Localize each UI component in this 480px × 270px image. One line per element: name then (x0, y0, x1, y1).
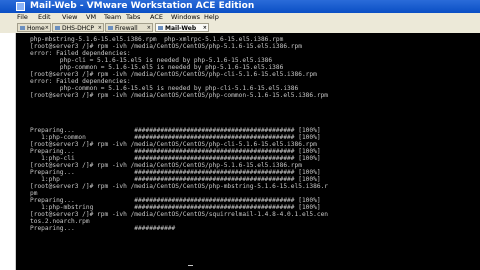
terminal-line: [root@server3 /]# rpm -ivh /media/CentOS… (30, 141, 317, 148)
tab-dhs-dhcp-label: DHS-DHCP (62, 25, 95, 32)
terminal-line: [root@server3 /]# rpm -ivh /media/CentOS… (30, 92, 329, 99)
close-icon[interactable]: × (203, 24, 207, 33)
terminal-line: 1:php ##################################… (30, 176, 321, 183)
terminal-line: [root@server3 /]# rpm -ivh /media/CentOS… (30, 183, 329, 190)
tab-home[interactable]: Home × (17, 23, 51, 32)
menu-bar: File Edit View VM Team Tabs ACE Windows … (0, 13, 480, 22)
window-title: Mail-Web - VMware Workstation ACE Editio… (30, 1, 255, 11)
terminal-line: [root@server3 /]# rpm -ivh /media/CentOS… (30, 211, 329, 218)
tab-firewall-label: Firewall (115, 25, 138, 32)
menu-tabs[interactable]: Tabs (126, 13, 140, 22)
tab-mail-web[interactable]: Mail-Web × (155, 23, 209, 32)
menu-edit[interactable]: Edit (38, 13, 51, 22)
window-titlebar[interactable]: Mail-Web - VMware Workstation ACE Editio… (0, 0, 480, 13)
terminal-line: pm (30, 190, 38, 197)
terminal-line: tos.2.noarch.rpm (30, 218, 90, 225)
tab-home-label: Home (27, 25, 45, 32)
terminal-line: Preparing... ###########################… (30, 197, 321, 204)
terminal-line: Preparing... ###########################… (30, 127, 321, 134)
terminal-line: php-mbstring-5.1.6-15.el5.i386.rpm php-x… (30, 36, 284, 43)
tab-dhs-dhcp[interactable]: DHS-DHCP × (52, 23, 104, 32)
tab-mail-web-label: Mail-Web (165, 25, 197, 32)
terminal-line: 1:php-mbstring #########################… (30, 204, 321, 211)
sidebar-strip (0, 33, 16, 270)
vm-icon (55, 26, 60, 30)
vm-icon (108, 26, 113, 30)
home-icon (20, 26, 25, 30)
terminal-line: php-cli = 5.1.6-15.el5 is needed by php-… (30, 57, 273, 64)
terminal-line: [root@server3 /]# rpm -ivh /media/CentOS… (30, 162, 302, 169)
text-cursor (188, 265, 193, 266)
terminal-line: Preparing... ########### (30, 225, 176, 232)
terminal-line: error: Failed dependencies: (30, 50, 131, 57)
menu-team[interactable]: Team (104, 13, 121, 22)
terminal-line: Preparing... ###########################… (30, 169, 321, 176)
terminal-line: Preparing... ###########################… (30, 148, 321, 155)
terminal-line: php-common = 5.1.6-15.el5 is needed by p… (30, 85, 299, 92)
terminal-line: php-common = 5.1.6-15.el5 is needed by p… (30, 64, 284, 71)
terminal-line: [root@server3 /]# rpm -ivh /media/CentOS… (30, 71, 317, 78)
menu-help[interactable]: Help (204, 13, 219, 22)
menu-vm[interactable]: VM (86, 13, 96, 22)
menu-windows[interactable]: Windows (171, 13, 200, 22)
vm-icon (158, 26, 163, 30)
tab-firewall[interactable]: Firewall × (105, 23, 153, 32)
vmware-app-icon (16, 2, 25, 11)
terminal-line: 1:php-common ###########################… (30, 134, 321, 141)
terminal-line: 1:php-cli ##############################… (30, 155, 321, 162)
menu-view[interactable]: View (62, 13, 77, 22)
terminal-line: [root@server3 /]# rpm -ivh /media/CentOS… (30, 43, 302, 50)
menu-file[interactable]: File (17, 13, 28, 22)
vm-console[interactable]: php-mbstring-5.1.6-15.el5.i386.rpm php-x… (16, 33, 480, 270)
menu-ace[interactable]: ACE (150, 13, 163, 22)
close-icon[interactable]: × (147, 24, 151, 33)
close-icon[interactable]: × (98, 24, 102, 33)
close-icon[interactable]: × (45, 24, 49, 33)
terminal-line: error: Failed dependencies: (30, 78, 131, 85)
